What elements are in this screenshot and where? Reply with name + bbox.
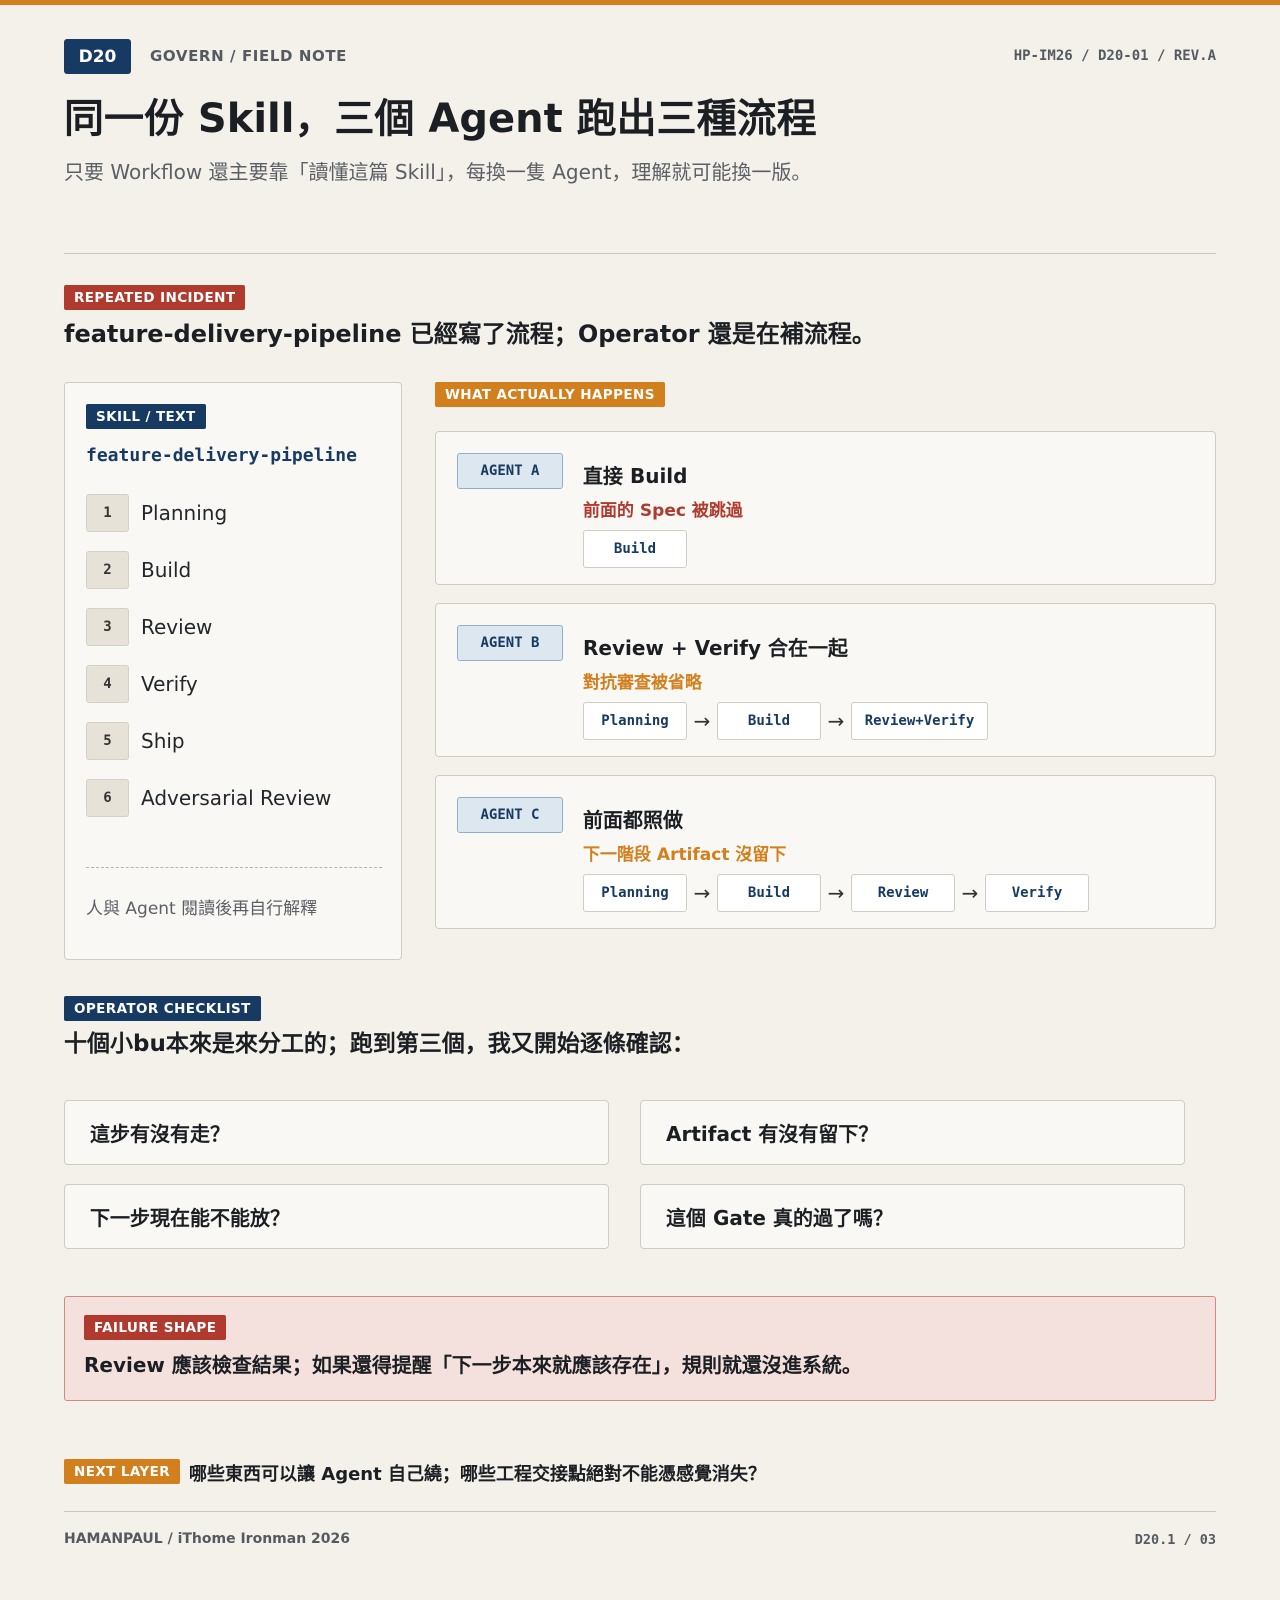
flow-step: Planning [583,874,687,912]
agent-flow: Planning → Build → Review+Verify [583,702,988,740]
checklist-headline: 十個小bu本來是來分工的；跑到第三個，我又開始逐條確認： [64,1031,695,1057]
agent-chip: AGENT A [457,453,563,489]
agent-title: 直接 Build [583,464,688,488]
agent-chip: AGENT C [457,797,563,833]
step-number: 3 [86,608,129,646]
step-number: 4 [86,665,129,703]
agent-card-b: AGENT B Review + Verify 合在一起 對抗審查被省略 Pla… [435,603,1216,757]
step-number: 6 [86,779,129,817]
skill-step: 3 Review [86,608,331,646]
doc-id: HP-IM26 / D20-01 / REV.A [1013,48,1216,64]
checklist-item: Artifact 有沒有留下？ [640,1100,1185,1165]
footer-credit: HAMANPAUL / iThome Ironman 2026 [64,1531,350,1547]
skill-card: SKILL / TEXT feature-delivery-pipeline 1… [64,382,402,960]
skill-step: 5 Ship [86,722,331,760]
failure-text: Review 應該檢查結果；如果還得提醒「下一步本來就應該存在」，規則就還沒進系… [84,1353,862,1377]
agent-card-a: AGENT A 直接 Build 前面的 Spec 被跳過 Build [435,431,1216,585]
step-label: Review [141,615,213,639]
agent-title: 前面都照做 [583,808,683,832]
agent-note: 前面的 Spec 被跳過 [583,501,743,521]
header-divider [64,253,1216,254]
skill-step-list: 1 Planning 2 Build 3 Review 4 Verify 5 S… [86,494,331,836]
next-text: 哪些東西可以讓 Agent 自己繞；哪些工程交接點絕對不能憑感覺消失？ [189,1464,766,1485]
skill-step: 2 Build [86,551,331,589]
doc-badge: D20 [64,39,131,74]
skill-step: 4 Verify [86,665,331,703]
top-accent-bar [0,0,1280,5]
flow-step: Build [717,702,821,740]
checklist-item: 下一步現在能不能放？ [64,1184,609,1249]
skill-tag: SKILL / TEXT [86,404,206,429]
page-number: D20.1 / 03 [1134,1532,1216,1548]
arrow-right-icon: → [961,881,979,905]
incident-headline: feature-delivery-pipeline 已經寫了流程；Operato… [64,320,876,348]
flow-step: Planning [583,702,687,740]
skill-step: 6 Adversarial Review [86,779,331,817]
checklist-item: 這步有沒有走？ [64,1100,609,1165]
step-label: Adversarial Review [141,786,332,810]
dashed-divider [86,867,382,868]
actual-tag: WHAT ACTUALLY HAPPENS [435,382,665,407]
incident-tag: REPEATED INCIDENT [64,285,246,310]
section-path: GOVERN / FIELD NOTE [150,47,348,65]
page-subtitle: 只要 Workflow 還主要靠「讀懂這篇 Skill」，每換一隻 Agent，… [64,160,812,184]
flow-step: Build [717,874,821,912]
checklist-tag: OPERATOR CHECKLIST [64,996,261,1021]
agent-flow: Build [583,530,687,568]
agent-note: 下一階段 Artifact 沒留下 [583,845,787,865]
step-number: 1 [86,494,129,532]
skill-name: feature-delivery-pipeline [86,445,357,466]
agent-chip: AGENT B [457,625,563,661]
page-title: 同一份 Skill，三個 Agent 跑出三種流程 [64,96,817,142]
arrow-right-icon: → [693,709,711,733]
flow-step: Review [851,874,955,912]
step-label: Ship [141,729,185,753]
step-number: 2 [86,551,129,589]
agent-title: Review + Verify 合在一起 [583,636,848,660]
doc-header: D20 GOVERN / FIELD NOTE HP-IM26 / D20-01… [64,39,1216,74]
step-label: Verify [141,672,198,696]
flow-step: Review+Verify [851,702,988,740]
checklist-item: 這個 Gate 真的過了嗎？ [640,1184,1185,1249]
footer-divider [64,1511,1216,1512]
next-tag: NEXT LAYER [64,1459,180,1484]
arrow-right-icon: → [693,881,711,905]
arrow-right-icon: → [827,709,845,733]
failure-callout: FAILURE SHAPE Review 應該檢查結果；如果還得提醒「下一步本來… [64,1296,1216,1401]
failure-tag: FAILURE SHAPE [84,1315,227,1340]
step-label: Planning [141,501,228,525]
skill-step: 1 Planning [86,494,331,532]
step-number: 5 [86,722,129,760]
agent-note: 對抗審查被省略 [583,673,702,693]
arrow-right-icon: → [827,881,845,905]
skill-note: 人與 Agent 閱讀後再自行解釋 [86,899,318,919]
flow-step: Verify [985,874,1089,912]
flow-step: Build [583,530,687,568]
agent-card-c: AGENT C 前面都照做 下一階段 Artifact 沒留下 Planning… [435,775,1216,929]
agent-flow: Planning → Build → Review → Verify [583,874,1089,912]
step-label: Build [141,558,192,582]
